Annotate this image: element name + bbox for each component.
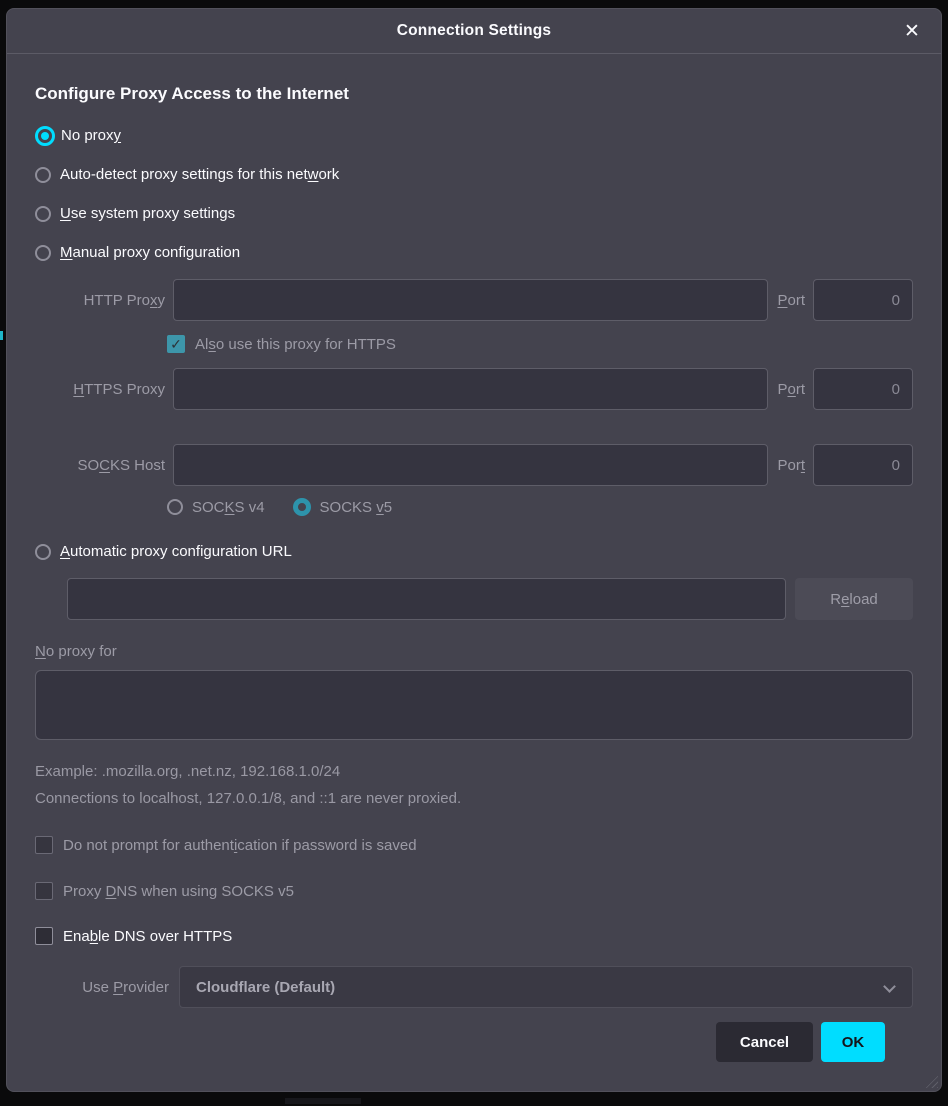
https-proxy-label: HTTPS Proxy — [35, 381, 165, 398]
http-proxy-label: HTTP Proxy — [35, 292, 165, 309]
radio-icon[interactable] — [35, 544, 51, 560]
radio-option-no-proxy[interactable]: No proxy — [35, 116, 913, 155]
share-proxy-checkbox-row[interactable]: ✓ Also use this proxy for HTTPS — [167, 335, 913, 353]
socks-host-label: SOCKS Host — [35, 457, 165, 474]
radio-option-system-proxy[interactable]: Use system proxy settings — [35, 194, 913, 233]
background-artifact — [285, 1098, 361, 1104]
provider-selected-value: Cloudflare (Default) — [196, 979, 335, 996]
checkbox-checked-icon[interactable]: ✓ — [167, 335, 185, 353]
radio-option-socks-v4[interactable]: SOCKS v4 — [167, 499, 265, 516]
radio-icon[interactable] — [35, 206, 51, 222]
dialog-titlebar: Connection Settings ✕ — [7, 9, 941, 54]
socks-v4-label: SOCKS v4 — [192, 499, 265, 516]
radio-label-system-proxy: Use system proxy settings — [60, 205, 235, 222]
no-proxy-for-textarea[interactable] — [35, 670, 913, 740]
socks-port-input[interactable] — [813, 444, 913, 486]
https-port-input[interactable] — [813, 368, 913, 410]
doh-provider-row: Use Provider Cloudflare (Default) — [35, 966, 913, 1008]
ok-button[interactable]: OK — [821, 1022, 885, 1062]
check-icon: ✓ — [170, 337, 182, 351]
socks-version-row: SOCKS v4 SOCKS v5 — [167, 498, 913, 516]
checkbox-icon[interactable] — [35, 882, 53, 900]
checkbox-no-prompt-auth[interactable]: Do not prompt for authentication if pass… — [35, 836, 913, 854]
provider-dropdown[interactable]: Cloudflare (Default) — [179, 966, 913, 1008]
socks-host-row: SOCKS Host Port — [35, 444, 913, 486]
socks-host-input[interactable] — [173, 444, 768, 486]
connection-settings-dialog: Connection Settings ✕ Configure Proxy Ac… — [6, 8, 942, 1092]
http-port-label: Port — [777, 292, 805, 309]
enable-doh-label: Enable DNS over HTTPS — [63, 928, 232, 945]
radio-label-manual-proxy: Manual proxy configuration — [60, 244, 240, 261]
page-title: Configure Proxy Access to the Internet — [35, 84, 913, 104]
radio-selected-icon[interactable] — [35, 126, 55, 146]
proxy-dns-label: Proxy DNS when using SOCKS v5 — [63, 883, 294, 900]
socks-v5-label: SOCKS v5 — [320, 499, 393, 516]
radio-option-auto-url[interactable]: Automatic proxy configuration URL — [35, 532, 913, 571]
dialog-content: Configure Proxy Access to the Internet N… — [7, 54, 941, 1091]
radio-option-socks-v5[interactable]: SOCKS v5 — [293, 498, 393, 516]
socks-port-label: Port — [777, 457, 805, 474]
share-proxy-label: Also use this proxy for HTTPS — [195, 336, 396, 353]
no-prompt-auth-label: Do not prompt for authentication if pass… — [63, 837, 417, 854]
close-icon[interactable]: ✕ — [897, 17, 927, 47]
radio-option-manual-proxy[interactable]: Manual proxy configuration — [35, 233, 913, 272]
no-proxy-note-text: Connections to localhost, 127.0.0.1/8, a… — [35, 790, 913, 807]
radio-option-auto-detect[interactable]: Auto-detect proxy settings for this netw… — [35, 155, 913, 194]
https-proxy-input[interactable] — [173, 368, 768, 410]
radio-icon[interactable] — [35, 167, 51, 183]
chevron-down-icon — [883, 980, 896, 993]
radio-label-no-proxy: No proxy — [61, 127, 121, 144]
https-proxy-row: HTTPS Proxy Port — [35, 368, 913, 410]
http-proxy-row: HTTP Proxy Port — [35, 279, 913, 321]
auto-url-input[interactable] — [67, 578, 786, 620]
radio-icon[interactable] — [167, 499, 183, 515]
cancel-button[interactable]: Cancel — [716, 1022, 813, 1062]
checkbox-icon[interactable] — [35, 836, 53, 854]
no-proxy-example-text: Example: .mozilla.org, .net.nz, 192.168.… — [35, 763, 913, 780]
checkbox-icon[interactable] — [35, 927, 53, 945]
radio-selected-icon[interactable] — [293, 498, 311, 516]
auto-url-row: Reload — [35, 578, 913, 620]
no-proxy-for-label: No proxy for — [35, 643, 913, 661]
reload-button[interactable]: Reload — [795, 578, 913, 620]
dialog-footer: Cancel OK — [35, 1008, 913, 1062]
radio-label-auto-detect: Auto-detect proxy settings for this netw… — [60, 166, 339, 183]
background-artifact — [0, 331, 3, 340]
radio-icon[interactable] — [35, 245, 51, 261]
use-provider-label: Use Provider — [35, 979, 169, 996]
checkbox-proxy-dns-socks5[interactable]: Proxy DNS when using SOCKS v5 — [35, 882, 913, 900]
auto-url-label: Automatic proxy configuration URL — [60, 543, 292, 560]
dialog-title: Connection Settings — [397, 22, 552, 40]
http-port-input[interactable] — [813, 279, 913, 321]
checkbox-enable-doh[interactable]: Enable DNS over HTTPS — [35, 927, 913, 945]
https-port-label: Port — [777, 381, 805, 398]
http-proxy-input[interactable] — [173, 279, 768, 321]
